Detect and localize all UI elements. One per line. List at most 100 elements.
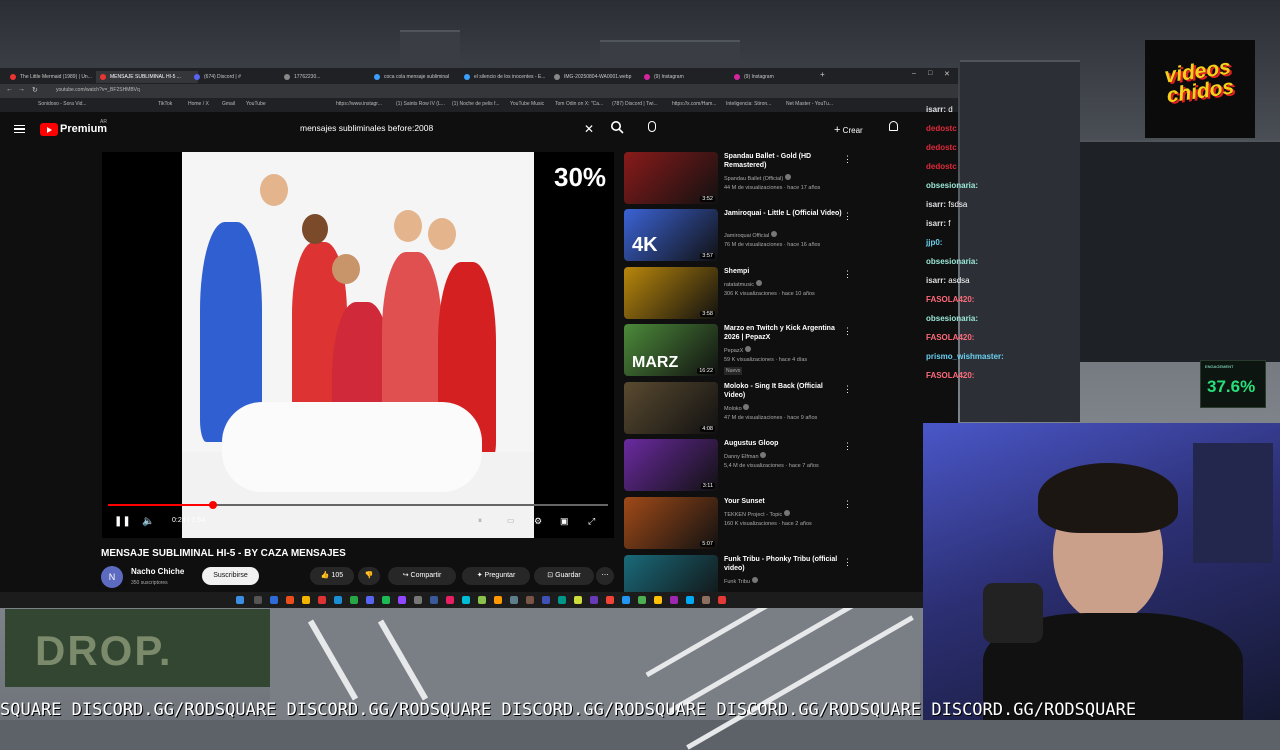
bookmark[interactable]: Sonidoso - Sora Vid... <box>38 101 87 107</box>
bookmark[interactable]: Net Master - YouTu... <box>786 101 833 107</box>
bookmark[interactable]: https://www.instagr... <box>336 101 382 107</box>
more-options-icon[interactable]: ⋮ <box>843 154 852 165</box>
channel-avatar[interactable]: N <box>101 566 123 588</box>
chat-user[interactable]: isarr: <box>926 219 946 228</box>
chat-user[interactable]: isarr: <box>926 276 946 285</box>
taskbar-app-icon[interactable] <box>462 596 470 604</box>
twitch-icon[interactable] <box>398 596 406 604</box>
chat-user[interactable]: obsesionaria: <box>926 257 978 266</box>
taskbar-app-icon[interactable] <box>318 596 326 604</box>
back-icon[interactable]: ← <box>6 86 13 93</box>
more-options-icon[interactable]: ⋮ <box>843 499 852 510</box>
address-bar[interactable]: ← → ↻ youtube.com/watch?v=_BF2SHMBVq <box>0 84 958 98</box>
chat-user[interactable]: obsesionaria: <box>926 314 978 323</box>
browser-tab[interactable]: coca cola mensaje subliminal <box>370 71 470 83</box>
browser-tab[interactable]: (9) Instagram <box>640 71 740 83</box>
forward-icon[interactable]: → <box>18 86 25 93</box>
bookmark[interactable]: (1) Noche de pelis f... <box>452 101 500 107</box>
search-input[interactable]: mensajes subliminales before:2008 <box>300 118 605 138</box>
volume-icon[interactable]: 🔈 <box>142 516 154 527</box>
bookmark[interactable]: YouTube <box>246 101 266 107</box>
more-options-icon[interactable]: ⋮ <box>843 384 852 395</box>
bookmark[interactable]: Gmail <box>222 101 235 107</box>
autoplay-toggle-icon[interactable]: ⏸ <box>478 516 482 526</box>
taskbar-app-icon[interactable] <box>718 596 726 604</box>
discord-icon[interactable] <box>366 596 374 604</box>
chat-user[interactable]: dedostc <box>926 162 957 171</box>
recommendation-channel[interactable]: Moloko <box>724 404 750 412</box>
progress-bar[interactable] <box>108 501 608 509</box>
taskbar-app-icon[interactable] <box>446 596 454 604</box>
recommendation-title[interactable]: Shempi <box>724 267 842 276</box>
more-options-icon[interactable]: ⋮ <box>843 269 852 280</box>
spotify-icon[interactable] <box>382 596 390 604</box>
recommendation-item[interactable]: 4K 3:57 Jamiroquai - Little L (Official Vi… <box>624 209 914 261</box>
taskbar-app-icon[interactable] <box>478 596 486 604</box>
browser-tab-active[interactable]: MENSAJE SUBLIMINAL HI-5 ... <box>96 71 198 83</box>
taskbar-app-icon[interactable] <box>654 596 662 604</box>
settings-gear-icon[interactable]: ⚙ <box>534 516 542 527</box>
channel-name[interactable]: Nacho Chiche <box>131 567 184 576</box>
bookmark[interactable]: (787) Discord | Twi... <box>612 101 658 107</box>
taskbar-app-icon[interactable] <box>590 596 598 604</box>
bookmark[interactable]: Inteligencia: Stiron... <box>726 101 771 107</box>
chat-user[interactable]: isarr: <box>926 105 946 114</box>
chat-user[interactable]: prismo_wishmaster: <box>926 352 1004 361</box>
taskbar-app-icon[interactable] <box>558 596 566 604</box>
taskbar-app-icon[interactable] <box>702 596 710 604</box>
browser-tab[interactable]: el silencio de los inocentes - E... <box>460 71 560 83</box>
taskbar-app-icon[interactable] <box>526 596 534 604</box>
progress-handle[interactable] <box>209 501 217 509</box>
reload-icon[interactable]: ↻ <box>32 86 38 94</box>
taskbar-app-icon[interactable] <box>350 596 358 604</box>
more-options-icon[interactable]: ⋮ <box>843 326 852 337</box>
video-thumbnail[interactable]: 4K 3:57 <box>624 209 718 261</box>
share-button[interactable]: ↪ Compartir <box>388 567 456 585</box>
recommendation-item[interactable]: 3:52 Spandau Ballet - Gold (HD Remastered… <box>624 152 914 204</box>
youtube-logo-icon[interactable] <box>40 123 58 136</box>
taskbar-app-icon[interactable] <box>414 596 422 604</box>
recommendation-title[interactable]: Jamiroquai - Little L (Official Video) <box>724 209 842 218</box>
taskbar-app-icon[interactable] <box>574 596 582 604</box>
taskbar-app-icon[interactable] <box>270 596 278 604</box>
start-icon[interactable] <box>236 596 244 604</box>
create-button[interactable]: + Crear <box>834 124 863 136</box>
browser-tab[interactable]: 17762230... <box>280 71 380 83</box>
recommendation-item[interactable]: 4:08 Moloko - Sing It Back (Official Vide… <box>624 382 914 434</box>
taskbar-app-icon[interactable] <box>606 596 614 604</box>
video-thumbnail[interactable]: 4:08 <box>624 382 718 434</box>
recommendation-item[interactable]: 3:11 Augustus Gloop Danny Elfman 5,4 M de … <box>624 439 914 491</box>
url-text[interactable]: youtube.com/watch?v=_BF2SHMBVq <box>56 87 140 93</box>
video-thumbnail[interactable]: 3:52 <box>624 152 718 204</box>
subtitles-icon[interactable]: ▭ <box>507 516 515 525</box>
more-actions-icon[interactable]: ⋯ <box>596 567 614 585</box>
recommendation-title[interactable]: Augustus Gloop <box>724 439 842 448</box>
bookmark[interactable]: YouTube Music <box>510 101 544 107</box>
recommendation-channel[interactable]: Spandau Ballet (Official) <box>724 174 791 182</box>
pause-icon[interactable]: ❚❚ <box>114 516 131 527</box>
video-thumbnail[interactable]: 3:11 <box>624 439 718 491</box>
browser-tab[interactable]: (9) Instagram <box>730 71 830 83</box>
recommendation-item[interactable]: MARZ 16:22 Marzo en Twitch y Kick Argentin… <box>624 324 914 376</box>
recommendation-title[interactable]: Your Sunset <box>724 497 842 506</box>
recommendation-item[interactable]: 3:58 Shempi ratatatmusic 306 K visualizaci… <box>624 267 914 319</box>
maximize-icon[interactable]: □ <box>928 70 932 77</box>
dislike-button[interactable]: 👎 <box>358 567 380 585</box>
taskbar-app-icon[interactable] <box>542 596 550 604</box>
recommendation-channel[interactable]: ratatatmusic <box>724 280 762 288</box>
chat-user[interactable]: dedostc <box>926 124 957 133</box>
more-options-icon[interactable]: ⋮ <box>843 211 852 222</box>
recommendation-channel[interactable]: Jamiroquai Official <box>724 231 777 239</box>
save-button[interactable]: ⊡ Guardar <box>534 567 594 585</box>
taskbar-app-icon[interactable] <box>286 596 294 604</box>
menu-icon[interactable] <box>14 125 25 133</box>
new-tab-icon[interactable]: + <box>820 70 825 79</box>
more-options-icon[interactable]: ⋮ <box>843 557 852 568</box>
browser-tab[interactable]: (674) Discord | # <box>190 71 290 83</box>
bookmark[interactable]: Tom Odin on X: "Ca... <box>555 101 603 107</box>
recommendation-channel[interactable]: TEKKEN Project - Topic <box>724 510 790 518</box>
bookmark[interactable]: Home / X <box>188 101 209 107</box>
video-thumbnail[interactable]: MARZ 16:22 <box>624 324 718 376</box>
taskbar-app-icon[interactable] <box>670 596 678 604</box>
taskbar-app-icon[interactable] <box>638 596 646 604</box>
